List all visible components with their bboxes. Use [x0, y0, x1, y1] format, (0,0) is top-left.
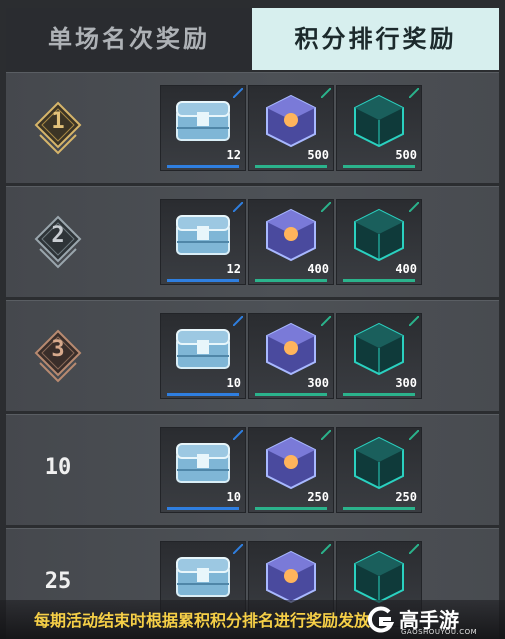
item-quantity: 500	[307, 148, 329, 162]
reward-row-rank-3: 3 10 300 300	[6, 300, 499, 411]
reward-item-teal-cube[interactable]: 400	[336, 199, 422, 285]
purple-cube-icon	[266, 436, 316, 490]
item-quantity: 10	[226, 490, 241, 504]
teal-cube-icon	[354, 94, 404, 148]
rarity-bar	[167, 393, 239, 396]
purple-cube-icon	[266, 208, 316, 262]
chest-icon	[176, 329, 230, 369]
rarity-bar	[343, 393, 415, 396]
reward-item-teal-cube[interactable]: 250	[336, 427, 422, 513]
item-quantity: 400	[395, 262, 417, 276]
chest-icon	[176, 101, 230, 141]
rarity-bar	[343, 165, 415, 168]
reward-row-rank-2: 2 12 400 400	[6, 186, 499, 297]
reward-item-teal-cube[interactable]: 300	[336, 313, 422, 399]
teal-cube-icon	[354, 322, 404, 376]
tab-points-ranking-reward[interactable]: 积分排行奖励	[252, 8, 499, 70]
watermark-subtitle: GAOSHOUYOU.COM	[401, 628, 478, 636]
rarity-bar	[255, 165, 327, 168]
reward-item-purple-cube[interactable]: 400	[248, 199, 334, 285]
reward-row-rank-1: 1 12 500 500	[6, 72, 499, 183]
rank-number: 10	[44, 455, 72, 480]
item-quantity: 500	[395, 148, 417, 162]
item-quantity: 12	[226, 148, 241, 162]
footer-note: 每期活动结束时根据累积积分排名进行奖励发放	[34, 611, 371, 630]
item-quantity: 400	[307, 262, 329, 276]
item-quantity: 250	[395, 490, 417, 504]
rarity-bar	[167, 279, 239, 282]
item-quantity: 10	[226, 376, 241, 390]
chest-icon	[176, 557, 230, 597]
rank-number: 2	[51, 223, 65, 248]
rarity-bar	[343, 507, 415, 510]
reward-item-chest[interactable]: 10	[160, 427, 246, 513]
reward-item-chest[interactable]: 10	[160, 313, 246, 399]
chest-icon	[176, 215, 230, 255]
item-quantity: 300	[395, 376, 417, 390]
item-quantity: 250	[307, 490, 329, 504]
rank-number: 3	[51, 337, 65, 362]
chest-icon	[176, 443, 230, 483]
tab-single-match-reward[interactable]: 单场名次奖励	[6, 8, 252, 70]
watermark-logo-icon	[367, 606, 395, 633]
item-quantity: 12	[226, 262, 241, 276]
reward-item-chest[interactable]: 12	[160, 85, 246, 171]
reward-item-purple-cube[interactable]: 500	[248, 85, 334, 171]
rank-number: 25	[44, 569, 72, 594]
site-watermark: 高手游 GAOSHOUYOU.COM	[359, 604, 499, 636]
rank-number: 1	[51, 109, 65, 134]
rarity-bar	[255, 279, 327, 282]
reward-item-teal-cube[interactable]: 500	[336, 85, 422, 171]
tab-bar: 单场名次奖励 积分排行奖励	[0, 0, 505, 70]
purple-cube-icon	[266, 550, 316, 604]
reward-row-rank-10: 10 10 250 250	[6, 414, 499, 525]
reward-item-chest[interactable]: 12	[160, 199, 246, 285]
rarity-bar	[167, 165, 239, 168]
teal-cube-icon	[354, 208, 404, 262]
purple-cube-icon	[266, 94, 316, 148]
rarity-bar	[255, 393, 327, 396]
purple-cube-icon	[266, 322, 316, 376]
rarity-bar	[167, 507, 239, 510]
rarity-bar	[255, 507, 327, 510]
reward-list[interactable]: 1 12 500 500 2 12 400 400 3 10 300 300 1…	[6, 70, 499, 639]
teal-cube-icon	[354, 436, 404, 490]
rarity-bar	[343, 279, 415, 282]
item-quantity: 300	[307, 376, 329, 390]
reward-item-purple-cube[interactable]: 250	[248, 427, 334, 513]
reward-item-purple-cube[interactable]: 300	[248, 313, 334, 399]
teal-cube-icon	[354, 550, 404, 604]
